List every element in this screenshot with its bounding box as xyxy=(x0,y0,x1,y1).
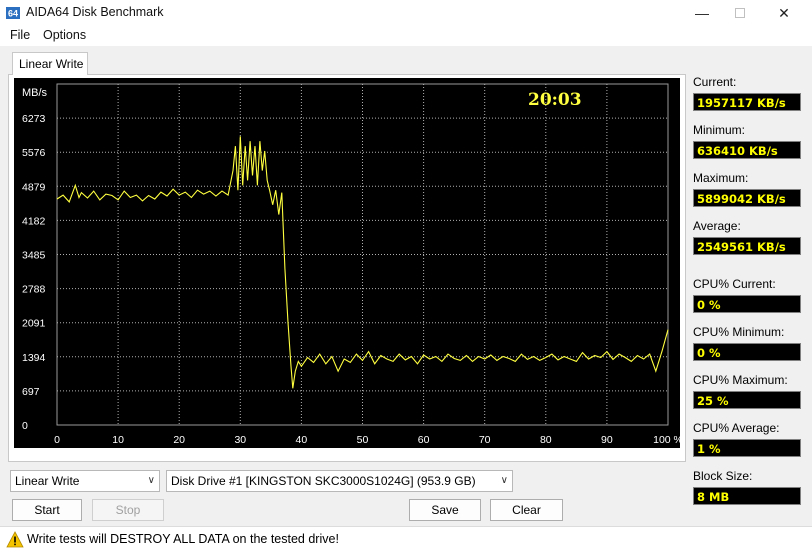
tab-linear-write[interactable]: Linear Write xyxy=(12,52,88,75)
x-tick-label: 40 xyxy=(296,434,308,446)
benchmark-chart: 0 697 1394 2091 2788 3485 4182 4879 5576 6273 0 10… xyxy=(14,78,680,448)
x-axis-ticks: 0 10 20 30 40 50 60 70 80 90 100 % xyxy=(54,434,680,446)
x-tick-label: 30 xyxy=(234,434,246,446)
warning-icon xyxy=(6,531,24,548)
y-tick-label: 2091 xyxy=(22,318,46,330)
x-tick-label: 20 xyxy=(173,434,185,446)
cpu-minimum-value: 0 % xyxy=(693,343,801,361)
minimum-label: Minimum: xyxy=(693,123,746,137)
x-tick-label: 50 xyxy=(357,434,369,446)
menu-bar: File Options xyxy=(0,26,812,46)
cpu-average-label: CPU% Average: xyxy=(693,421,780,435)
x-tick-label: 80 xyxy=(540,434,552,446)
drive-select[interactable]: Disk Drive #1 [KINGSTON SKC3000S1024G] (… xyxy=(166,470,513,492)
start-button[interactable]: Start xyxy=(12,499,82,521)
cpu-current-label: CPU% Current: xyxy=(693,277,776,291)
x-tick-label: 90 xyxy=(601,434,613,446)
benchmark-chart-svg: 0 697 1394 2091 2788 3485 4182 4879 5576 6273 0 10… xyxy=(22,83,680,446)
y-tick-label: 0 xyxy=(22,420,28,432)
y-tick-label: 697 xyxy=(22,386,40,398)
block-size-value[interactable]: 8 MB xyxy=(693,487,801,505)
x-tick-label: 70 xyxy=(479,434,491,446)
x-tick-label: 60 xyxy=(418,434,430,446)
cpu-current-value: 0 % xyxy=(693,295,801,313)
y-tick-label: 5576 xyxy=(22,147,46,159)
maximize-icon xyxy=(735,8,745,18)
test-type-select[interactable]: Linear Write ∨ xyxy=(10,470,160,492)
y-tick-label: 6273 xyxy=(22,113,46,125)
x-tick-label: 10 xyxy=(112,434,124,446)
average-label: Average: xyxy=(693,219,741,233)
elapsed-timer: 20:03 xyxy=(528,90,582,110)
menu-options[interactable]: Options xyxy=(43,28,86,42)
average-value: 2549561 KB/s xyxy=(693,237,801,255)
chevron-down-icon: ∨ xyxy=(147,475,155,486)
stop-button[interactable]: Stop xyxy=(92,499,164,521)
cpu-minimum-label: CPU% Minimum: xyxy=(693,325,785,339)
warning-message: Write tests will DESTROY ALL DATA on the… xyxy=(27,532,339,546)
close-button[interactable]: ✕ xyxy=(762,0,806,26)
cpu-average-value: 1 % xyxy=(693,439,801,457)
aida64-app-icon: 64 xyxy=(6,7,20,19)
title-bar: 64 AIDA64 Disk Benchmark — ✕ xyxy=(0,0,812,26)
y-axis-unit-label: MB/s xyxy=(22,87,48,99)
window-title: AIDA64 Disk Benchmark xyxy=(26,5,164,19)
minimum-value: 636410 KB/s xyxy=(693,141,801,159)
minimize-icon: — xyxy=(695,5,709,21)
close-icon: ✕ xyxy=(778,4,790,21)
y-axis-ticks: 0 697 1394 2091 2788 3485 4182 4879 5576 6273 xyxy=(22,113,46,432)
test-type-selected: Linear Write xyxy=(15,474,80,488)
y-tick-label: 2788 xyxy=(22,284,46,296)
chevron-down-icon: ∨ xyxy=(500,475,508,486)
x-tick-label: 100 % xyxy=(653,434,680,446)
cpu-maximum-value: 25 % xyxy=(693,391,801,409)
maximize-button[interactable] xyxy=(718,0,762,26)
maximum-value: 5899042 KB/s xyxy=(693,189,801,207)
y-tick-label: 3485 xyxy=(22,250,46,262)
drive-selected: Disk Drive #1 [KINGSTON SKC3000S1024G] (… xyxy=(171,474,476,488)
block-size-label: Block Size: xyxy=(693,469,753,483)
current-label: Current: xyxy=(693,75,737,89)
y-tick-label: 1394 xyxy=(22,352,46,364)
y-tick-label: 4182 xyxy=(22,215,46,227)
clear-button[interactable]: Clear xyxy=(490,499,563,521)
save-button[interactable]: Save xyxy=(409,499,481,521)
chart-grid xyxy=(56,83,669,426)
menu-file[interactable]: File xyxy=(10,28,30,42)
x-tick-label: 0 xyxy=(54,434,60,446)
maximum-label: Maximum: xyxy=(693,171,749,185)
y-tick-label: 4879 xyxy=(22,181,46,193)
svg-text:64: 64 xyxy=(8,9,18,19)
current-value: 1957117 KB/s xyxy=(693,93,801,111)
status-bar: Write tests will DESTROY ALL DATA on the… xyxy=(0,526,812,552)
cpu-maximum-label: CPU% Maximum: xyxy=(693,373,788,387)
